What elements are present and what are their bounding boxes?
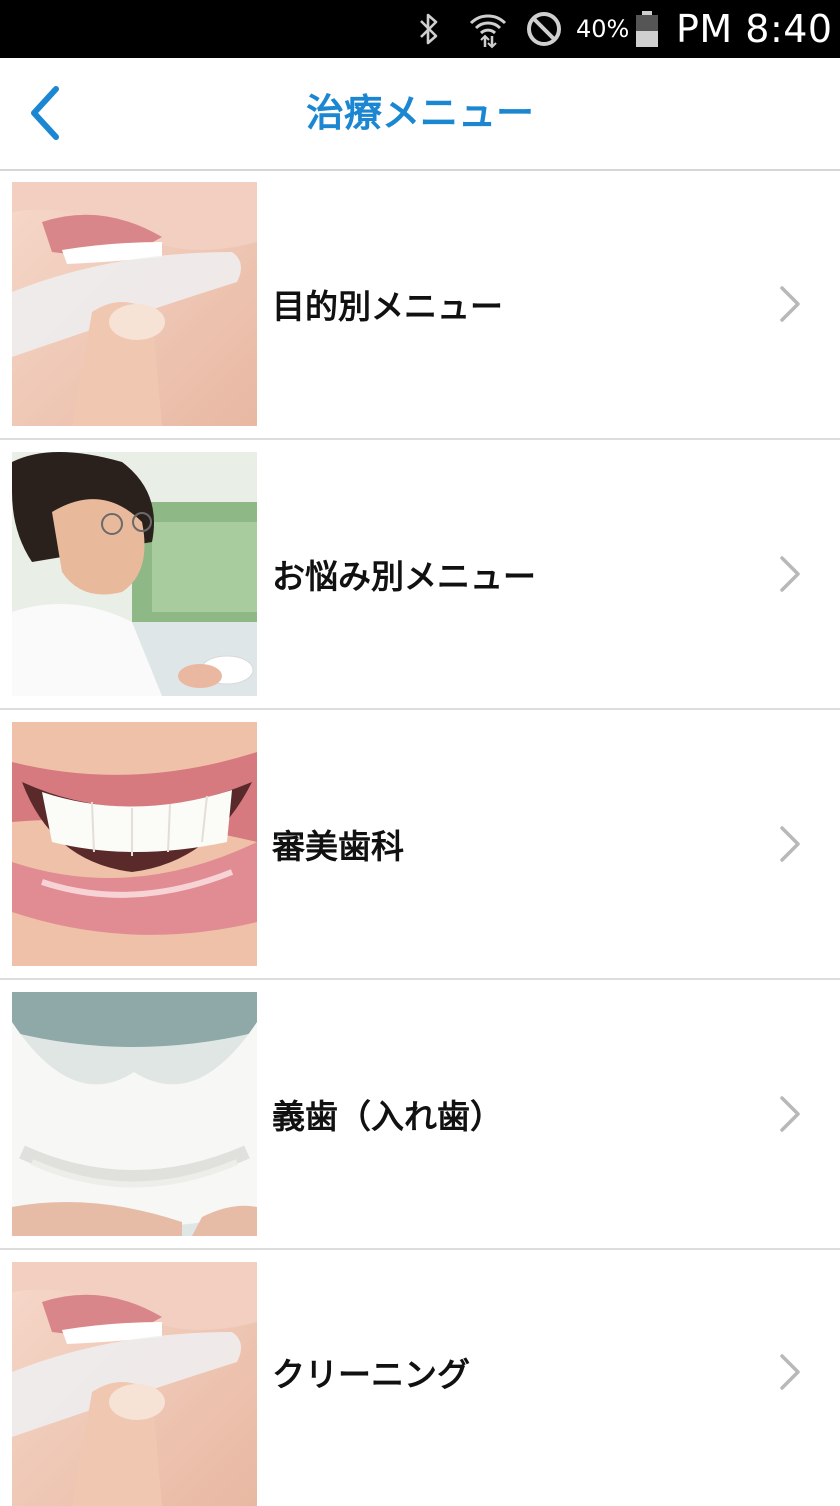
chevron-right-icon (772, 552, 808, 596)
clock: PM 8:40 (676, 7, 833, 51)
page-title: 治療メニュー (305, 91, 534, 135)
menu-item-label: 審美歯科 (272, 827, 404, 866)
status-bar: 40% PM 8:40 (0, 0, 840, 58)
menu-item-label: クリーニング (272, 1355, 470, 1394)
battery-percent: 40% (576, 15, 630, 43)
chevron-left-icon (31, 86, 59, 140)
back-button[interactable] (14, 78, 74, 148)
wifi-icon (466, 0, 510, 58)
mouthpiece-photo (12, 182, 257, 426)
smiling-woman-photo (12, 452, 257, 696)
app-header: 治療メニュー (0, 58, 840, 171)
menu-item-purpose[interactable]: 目的別メニュー (0, 170, 840, 440)
menu-item-label: お悩み別メニュー (272, 557, 536, 596)
smile-teeth-photo (12, 722, 257, 966)
menu-item-cosmetic-dentistry[interactable]: 審美歯科 (0, 710, 840, 980)
bluetooth-icon (412, 0, 446, 58)
menu-item-label: 目的別メニュー (272, 287, 503, 326)
chevron-right-icon (772, 1092, 808, 1136)
do-not-disturb-icon (522, 0, 566, 58)
battery-icon (630, 0, 664, 58)
menu-item-concern[interactable]: お悩み別メニュー (0, 440, 840, 710)
menu-item-dentures[interactable]: 義歯（入れ歯） (0, 980, 840, 1250)
chevron-right-icon (772, 822, 808, 866)
treatment-menu-list: 目的別メニュー お悩み別メニュー 審美歯科 義歯（入れ歯） クリーニング (0, 170, 840, 1506)
mouthpiece-photo (12, 1262, 257, 1506)
chevron-right-icon (772, 1350, 808, 1394)
chevron-right-icon (772, 282, 808, 326)
dental-model-photo (12, 992, 257, 1236)
menu-item-label: 義歯（入れ歯） (272, 1097, 503, 1136)
menu-item-cleaning[interactable]: クリーニング (0, 1250, 840, 1506)
